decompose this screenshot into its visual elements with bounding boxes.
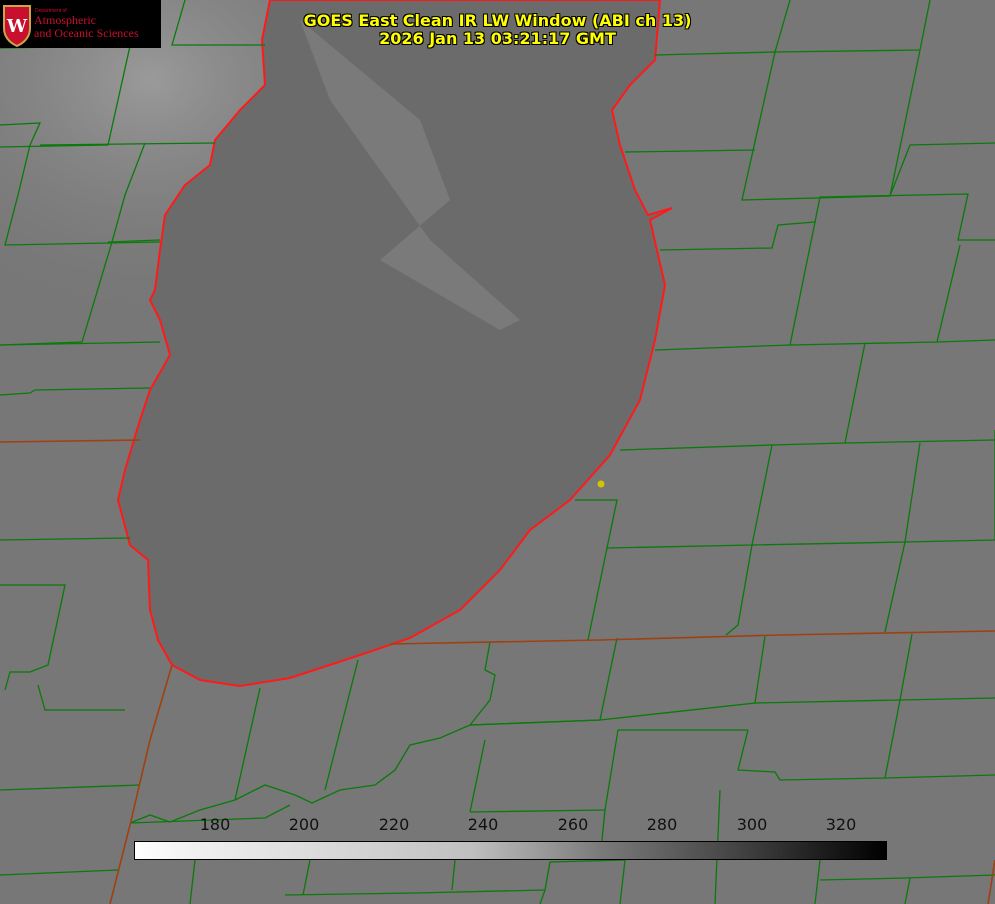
temperature-colorbar: [134, 841, 887, 860]
image-title: GOES East Clean IR LW Window (ABI ch 13): [303, 11, 692, 30]
colorbar-tick: 180: [199, 815, 231, 834]
location-marker: [597, 480, 605, 488]
colorbar-tick: 220: [378, 815, 410, 834]
colorbar-tick: 200: [288, 815, 320, 834]
colorbar-tick: 320: [825, 815, 857, 834]
image-timestamp: 2026 Jan 13 03:21:17 GMT: [379, 29, 616, 48]
colorbar-tick: 300: [736, 815, 768, 834]
satellite-image-view: W Department of Atmospheric and Oceanic …: [0, 0, 995, 904]
colorbar-tick: 280: [646, 815, 678, 834]
satellite-map: [0, 0, 995, 904]
colorbar-tick: 240: [467, 815, 499, 834]
colorbar-tick: 260: [557, 815, 589, 834]
